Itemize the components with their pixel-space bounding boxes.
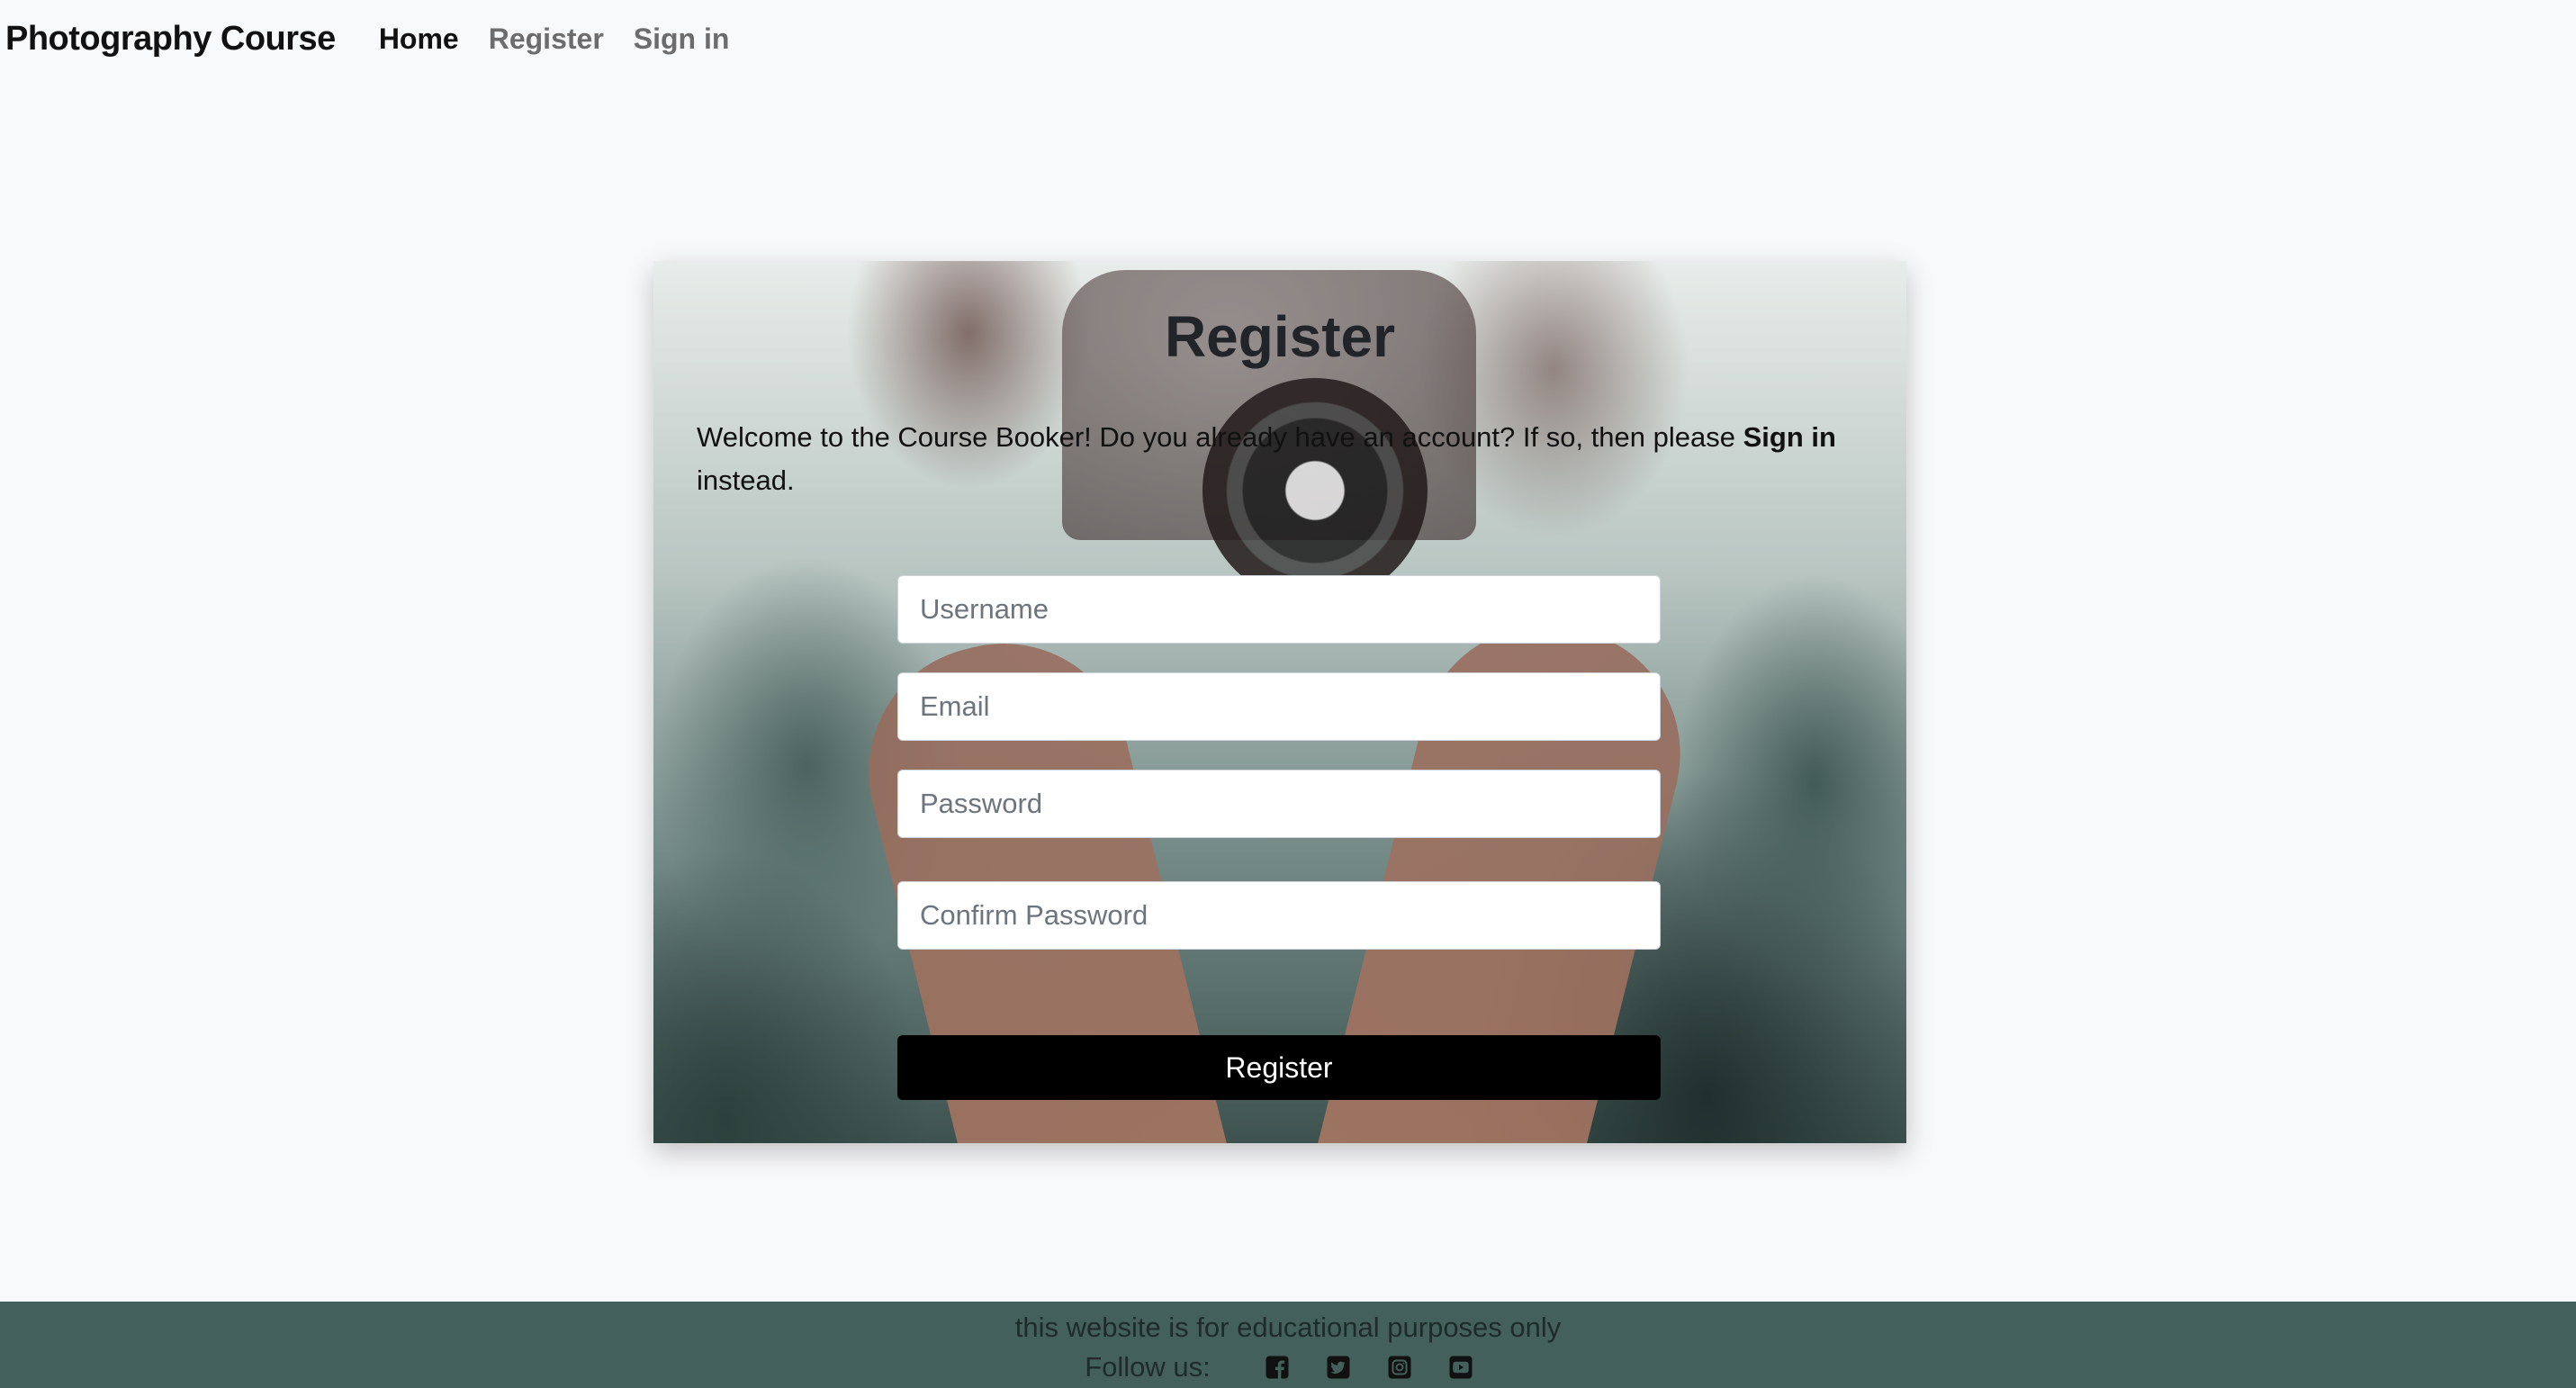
youtube-icon[interactable] xyxy=(1447,1354,1474,1381)
brand-logo-link[interactable]: Photography Course xyxy=(5,20,336,59)
register-submit-button[interactable]: Register xyxy=(897,1035,1661,1100)
register-form-content: Register Welcome to the Course Booker! D… xyxy=(653,261,1906,1143)
follow-us-label: Follow us: xyxy=(1085,1351,1211,1383)
site-footer: this website is for educational purposes… xyxy=(0,1302,2576,1388)
facebook-icon[interactable] xyxy=(1264,1354,1291,1381)
footer-follow-row: Follow us: xyxy=(0,1347,2576,1388)
instagram-icon[interactable] xyxy=(1386,1354,1413,1381)
nav-link-home[interactable]: Home xyxy=(379,23,459,56)
nav-link-sign-in[interactable]: Sign in xyxy=(634,23,730,56)
email-input[interactable] xyxy=(897,672,1661,741)
top-navbar: Photography Course Home Register Sign in xyxy=(0,0,2576,77)
confirm-password-input[interactable] xyxy=(897,881,1661,950)
password-input[interactable] xyxy=(897,770,1661,838)
welcome-text-start: Welcome to the Course Booker! Do you alr… xyxy=(697,421,1743,453)
nav-links: Home Register Sign in xyxy=(379,23,760,56)
sign-in-emphasis: Sign in xyxy=(1743,421,1836,453)
twitter-icon[interactable] xyxy=(1325,1354,1352,1381)
footer-disclaimer: this website is for educational purposes… xyxy=(1014,1311,1562,1343)
page-title: Register xyxy=(1164,304,1396,369)
username-input[interactable] xyxy=(897,575,1661,644)
welcome-text: Welcome to the Course Booker! Do you alr… xyxy=(697,416,1867,502)
nav-link-register[interactable]: Register xyxy=(489,23,604,56)
welcome-text-end: instead. xyxy=(697,464,795,496)
register-card: Register Welcome to the Course Booker! D… xyxy=(653,261,1906,1143)
